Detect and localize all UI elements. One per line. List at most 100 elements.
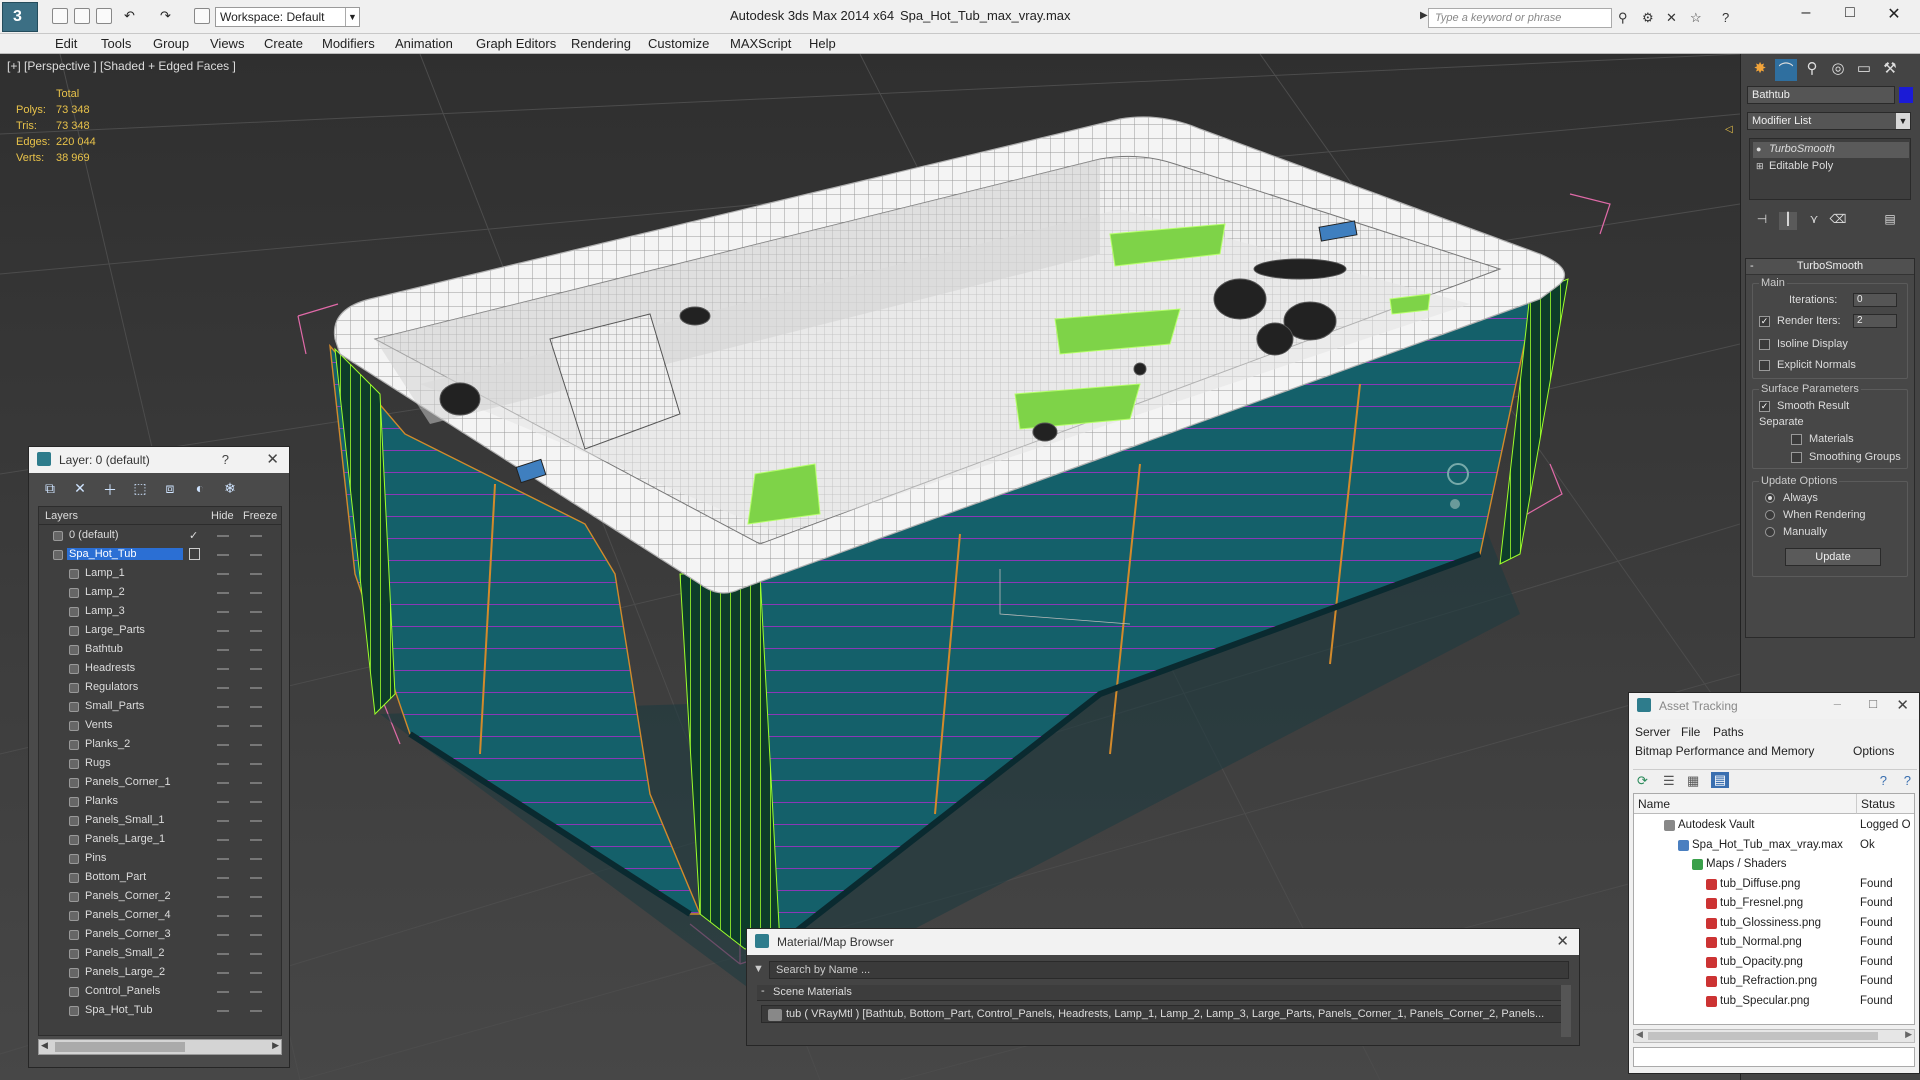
- column-layers[interactable]: Layers: [45, 510, 78, 522]
- new-file-icon[interactable]: [52, 8, 68, 24]
- hierarchy-tab-icon[interactable]: ⚲: [1801, 59, 1823, 81]
- collapse-icon[interactable]: -: [761, 985, 765, 997]
- hide-toggle[interactable]: [217, 649, 229, 651]
- layer-row[interactable]: Panels_Corner_1: [39, 774, 281, 793]
- undo-icon[interactable]: ↶: [124, 8, 140, 24]
- hide-toggle[interactable]: [217, 820, 229, 822]
- asset-row[interactable]: Autodesk Vault Logged O: [1634, 816, 1914, 835]
- hide-toggle[interactable]: [217, 706, 229, 708]
- display-tab-icon[interactable]: ▭: [1853, 59, 1875, 81]
- update-always-radio[interactable]: Always: [1765, 492, 1818, 504]
- layer-row[interactable]: Panels_Large_1: [39, 831, 281, 850]
- hide-toggle[interactable]: [217, 592, 229, 594]
- smoothing-groups-checkbox[interactable]: Smoothing Groups: [1791, 451, 1901, 463]
- asset-row[interactable]: tub_Glossiness.png Found: [1634, 914, 1914, 933]
- configure-sets-icon[interactable]: ▤: [1881, 212, 1899, 230]
- stack-item-turbosmooth[interactable]: ● TurboSmooth: [1753, 142, 1909, 158]
- menu-create[interactable]: Create: [264, 36, 303, 51]
- set-current-layer-icon[interactable]: [189, 548, 200, 560]
- freeze-toggle[interactable]: [250, 687, 262, 689]
- binoculars-icon[interactable]: ⚲: [1618, 10, 1634, 26]
- hide-toggle[interactable]: [217, 934, 229, 936]
- options-menu-icon[interactable]: ▼: [753, 963, 764, 975]
- hide-toggle[interactable]: [217, 535, 229, 537]
- asset-menu-bitmap-performance[interactable]: Bitmap Performance and Memory: [1635, 744, 1814, 758]
- hide-toggle[interactable]: [217, 991, 229, 993]
- close-button[interactable]: ✕: [1874, 4, 1914, 26]
- make-unique-icon[interactable]: ⋎: [1805, 212, 1823, 230]
- hide-toggle[interactable]: [217, 687, 229, 689]
- freeze-toggle[interactable]: [250, 934, 262, 936]
- layer-row[interactable]: Panels_Large_2: [39, 964, 281, 983]
- layer-row[interactable]: Large_Parts: [39, 622, 281, 641]
- checkbox-checked[interactable]: ✓: [1759, 401, 1770, 412]
- freeze-toggle[interactable]: [250, 706, 262, 708]
- stack-item-editable-poly[interactable]: ⊞ Editable Poly: [1753, 159, 1909, 175]
- freeze-toggle[interactable]: [250, 725, 262, 727]
- highlight-layer-icon[interactable]: ⧈: [161, 480, 179, 498]
- column-freeze[interactable]: Freeze: [243, 510, 277, 522]
- modify-tab-icon[interactable]: ⌒: [1775, 59, 1797, 81]
- update-button[interactable]: Update: [1785, 548, 1881, 566]
- close-icon[interactable]: ✕: [1896, 696, 1909, 714]
- freeze-toggle[interactable]: [250, 630, 262, 632]
- layer-row[interactable]: Lamp_2: [39, 584, 281, 603]
- refresh-icon[interactable]: ⟳: [1637, 773, 1648, 789]
- layer-row[interactable]: Panels_Corner_4: [39, 907, 281, 926]
- radio-selected[interactable]: [1765, 493, 1775, 503]
- hide-toggle[interactable]: [217, 611, 229, 613]
- favorites-star-icon[interactable]: ☆: [1690, 10, 1706, 26]
- checkbox-unchecked[interactable]: [1759, 360, 1770, 371]
- radio-unselected[interactable]: [1765, 510, 1775, 520]
- freeze-toggle[interactable]: [250, 611, 262, 613]
- layer-row[interactable]: Regulators: [39, 679, 281, 698]
- layer-row[interactable]: Lamp_1: [39, 565, 281, 584]
- asset-row[interactable]: tub_Specular.png Found: [1634, 992, 1914, 1011]
- hide-toggle[interactable]: [217, 763, 229, 765]
- motion-tab-icon[interactable]: ◎: [1827, 59, 1849, 81]
- freeze-toggle[interactable]: [250, 972, 262, 974]
- freeze-toggle[interactable]: [250, 592, 262, 594]
- help-search-icon[interactable]: ?: [1904, 773, 1911, 788]
- table-view-icon[interactable]: ▤: [1711, 772, 1729, 788]
- material-entry-tub[interactable]: tub ( VRayMtl ) [Bathtub, Bottom_Part, C…: [761, 1005, 1565, 1023]
- delete-layer-icon[interactable]: ✕: [71, 480, 89, 498]
- show-end-result-icon[interactable]: ┃: [1779, 212, 1797, 230]
- hide-toggle[interactable]: [217, 782, 229, 784]
- freeze-toggle[interactable]: [250, 554, 262, 556]
- layer-row[interactable]: Pins: [39, 850, 281, 869]
- expand-plus-icon[interactable]: ⊞: [1756, 161, 1764, 172]
- asset-menu-file[interactable]: File: [1681, 725, 1700, 739]
- layer-row[interactable]: Planks_2: [39, 736, 281, 755]
- pin-stack-icon[interactable]: ⊣: [1753, 212, 1771, 230]
- freeze-toggle[interactable]: [250, 915, 262, 917]
- freeze-toggle[interactable]: [250, 896, 262, 898]
- maximize-icon[interactable]: □: [1869, 696, 1877, 711]
- hide-toggle[interactable]: [217, 877, 229, 879]
- hide-toggle[interactable]: [217, 725, 229, 727]
- materials-checkbox[interactable]: Materials: [1791, 433, 1854, 445]
- freeze-toggle[interactable]: [250, 877, 262, 879]
- layer-row[interactable]: Small_Parts: [39, 698, 281, 717]
- scrollbar-thumb[interactable]: [55, 1042, 185, 1052]
- render-iters-spinner[interactable]: 2: [1853, 314, 1897, 328]
- checkbox-unchecked[interactable]: [1791, 434, 1802, 445]
- asset-row[interactable]: tub_Fresnel.png Found: [1634, 894, 1914, 913]
- render-iters-checkbox[interactable]: ✓ Render Iters:: [1759, 315, 1841, 327]
- layer-row[interactable]: Planks: [39, 793, 281, 812]
- explicit-normals-checkbox[interactable]: Explicit Normals: [1759, 359, 1856, 371]
- menu-customize[interactable]: Customize: [648, 36, 709, 51]
- freeze-toggle[interactable]: [250, 535, 262, 537]
- layer-row[interactable]: Panels_Corner_2: [39, 888, 281, 907]
- open-file-icon[interactable]: [74, 8, 90, 24]
- create-layer-icon[interactable]: ⧉: [41, 480, 59, 498]
- thumbnail-view-icon[interactable]: ▦: [1687, 773, 1699, 789]
- project-folder-icon[interactable]: [194, 8, 210, 24]
- layer-row[interactable]: Spa_Hot_Tub: [39, 1002, 281, 1021]
- layer-panel-title-bar[interactable]: Layer: 0 (default) ? ✕: [29, 447, 289, 473]
- menu-group[interactable]: Group: [153, 36, 189, 51]
- hide-toggle[interactable]: [217, 915, 229, 917]
- update-manually-radio[interactable]: Manually: [1765, 526, 1827, 538]
- layer-row[interactable]: Vents: [39, 717, 281, 736]
- freeze-toggle[interactable]: [250, 763, 262, 765]
